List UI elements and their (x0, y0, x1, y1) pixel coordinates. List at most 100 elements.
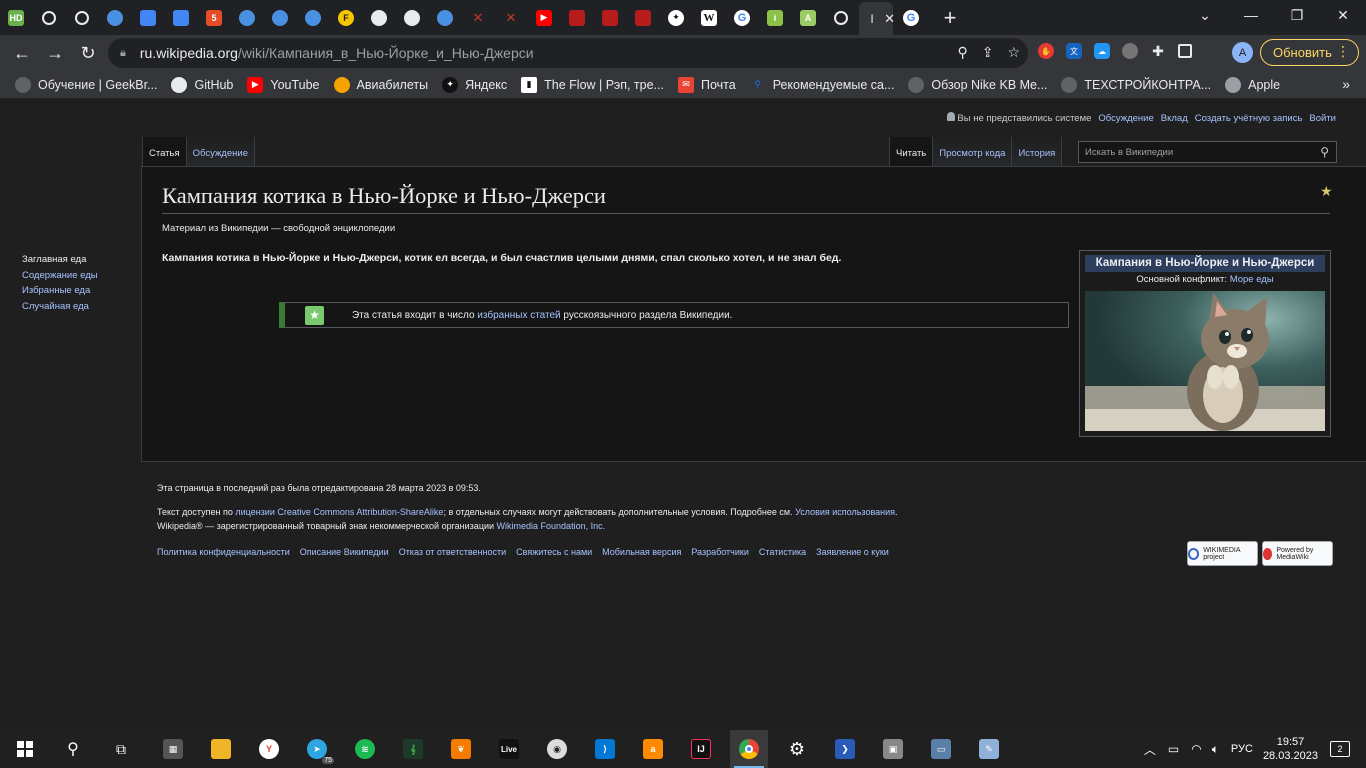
cloud-icon[interactable]: ☁ (1094, 43, 1110, 59)
personal-talk-link[interactable]: Обсуждение (1098, 113, 1153, 124)
bookmark-5[interactable]: ✦ Яндекс (442, 73, 507, 97)
notification-center-icon[interactable]: 2 (1330, 741, 1350, 757)
tab-site-3[interactable] (265, 3, 295, 33)
tab-f[interactable]: F (331, 3, 361, 33)
bookmark-1[interactable]: Обучение | GeekBr... (15, 73, 157, 97)
taskbar-chrome[interactable] (730, 730, 768, 768)
bookmark-6[interactable]: ▮ The Flow | Рэп, тре... (521, 73, 664, 97)
license-link[interactable]: лицензии Creative Commons Attribution-Sh… (235, 507, 443, 517)
tab-cska-1[interactable] (562, 3, 592, 33)
terms-link[interactable]: Условия использования (795, 507, 895, 517)
wikimedia-badge[interactable]: WIKIMEDIA project (1187, 541, 1258, 566)
bookmark-10[interactable]: ТЕХСТРОЙКОНТРА... (1061, 73, 1211, 97)
taskbar-explorer[interactable] (202, 730, 240, 768)
extensions-puzzle-icon[interactable]: ✚ (1150, 43, 1166, 59)
taskbar-music[interactable]: 𝄞 (394, 730, 432, 768)
kitten-image[interactable] (1085, 291, 1325, 431)
start-button[interactable] (6, 730, 44, 768)
bookmark-8[interactable]: ⚲ Рекомендуемые са... (750, 73, 894, 97)
tab-doc-2[interactable] (166, 3, 196, 33)
taskbar-search-button[interactable]: ⚲ (54, 730, 92, 768)
vpn-icon[interactable] (1122, 43, 1138, 59)
taskbar-powershell[interactable]: ❯ (826, 730, 864, 768)
sidebar-item-random[interactable]: Случайная еда (22, 299, 98, 315)
clock[interactable]: 19:57 28.03.2023 (1263, 735, 1318, 763)
translate-icon[interactable]: 文 (1066, 43, 1082, 59)
tab-hd[interactable]: HD (1, 3, 31, 33)
create-account-link[interactable]: Создать учётную запись (1195, 113, 1303, 124)
featured-articles-link[interactable]: избранных статей (477, 310, 560, 321)
bookmark-2[interactable]: GitHub (171, 73, 233, 97)
tab-doc-1[interactable] (133, 3, 163, 33)
close-tab-icon[interactable]: ✕ (884, 11, 895, 27)
wifi-icon[interactable]: ◠ (1191, 742, 1201, 756)
wiki-search-input[interactable]: Искать в Википедии ⚲ (1078, 141, 1337, 163)
infobox-conflict-link[interactable]: Море еды (1230, 274, 1274, 285)
tab-read[interactable]: Читать (889, 137, 934, 166)
footer-link-privacy[interactable]: Политика конфиденциальности (157, 547, 290, 557)
task-view-button[interactable]: ⧉ (102, 730, 140, 768)
bookmarks-overflow-icon[interactable]: » (1342, 76, 1350, 92)
back-button[interactable]: ← (7, 38, 37, 68)
tab-site-1[interactable] (100, 3, 130, 33)
footer-link-mobile[interactable]: Мобильная версия (602, 547, 681, 557)
tab-openai-1[interactable] (34, 3, 64, 33)
footer-link-disclaimer[interactable]: Отказ от ответственности (399, 547, 506, 557)
search-icon[interactable]: ⚲ (1314, 145, 1329, 159)
bookmark-4[interactable]: Авиабилеты (333, 73, 428, 97)
sidepanel-icon[interactable] (1178, 44, 1192, 58)
adblock-icon[interactable]: ✋ (1038, 43, 1054, 59)
bookmark-3[interactable]: ▶ YouTube (247, 73, 320, 97)
minimize-button[interactable]: — (1228, 0, 1274, 30)
footer-link-about[interactable]: Описание Википедии (300, 547, 389, 557)
tab-a[interactable]: A (793, 3, 823, 33)
bookmark-11[interactable]: Apple (1225, 73, 1280, 97)
footer-link-statistics[interactable]: Статистика (759, 547, 806, 557)
bookmark-7[interactable]: ✉ Почта (677, 73, 736, 97)
taskbar-archive[interactable]: a (634, 730, 672, 768)
restore-button[interactable]: ❐ (1274, 0, 1320, 30)
tab-talk[interactable]: Обсуждение (186, 137, 255, 166)
taskbar-vscode[interactable]: ⟩ (586, 730, 624, 768)
tab-openai-2[interactable] (67, 3, 97, 33)
tab-google-2[interactable]: G (896, 3, 926, 33)
taskbar-calculator[interactable]: ▦ (154, 730, 192, 768)
taskbar-paint-app[interactable]: ✎ (970, 730, 1008, 768)
tab-active[interactable]: I ✕ (859, 2, 895, 35)
close-window-button[interactable]: ✕ (1320, 0, 1366, 30)
tab-search-icon[interactable]: ⌄ (1182, 0, 1228, 30)
tab-view-source[interactable]: Просмотр кода (933, 137, 1013, 166)
tab-google-1[interactable]: G (727, 3, 757, 33)
taskbar-ableton[interactable]: Live (490, 730, 528, 768)
taskbar-settings[interactable]: ⚙ (778, 730, 816, 768)
tab-youtube[interactable]: ▶ (529, 3, 559, 33)
battery-icon[interactable]: ▭ (1168, 742, 1179, 756)
taskbar-media-app[interactable]: ◉ (538, 730, 576, 768)
personal-contrib-link[interactable]: Вклад (1161, 113, 1188, 124)
bookmark-star-icon[interactable]: ☆ (1007, 44, 1020, 61)
profile-avatar[interactable]: A (1232, 42, 1253, 63)
tab-site-2[interactable] (232, 3, 262, 33)
taskbar-network-app[interactable]: ▣ (874, 730, 912, 768)
tab-site-4[interactable] (298, 3, 328, 33)
footer-link-contact[interactable]: Свяжитесь с нами (516, 547, 592, 557)
address-bar[interactable]: 🔒︎ ru.wikipedia.org/wiki/Кампания_в_Нью-… (108, 38, 1028, 68)
bookmark-9[interactable]: Обзор Nike KB Me... (908, 73, 1047, 97)
tab-article[interactable]: Статья (142, 137, 187, 166)
taskbar-spotify[interactable]: ≋ (346, 730, 384, 768)
taskbar-monitor-app[interactable]: ▭ (922, 730, 960, 768)
tab-star[interactable]: ✦ (661, 3, 691, 33)
taskbar-yandex[interactable]: Y (250, 730, 288, 768)
tab-info[interactable]: i (760, 3, 790, 33)
tab-html5[interactable]: 5 (199, 3, 229, 33)
tab-openai-3[interactable] (826, 3, 856, 33)
tab-github-1[interactable] (364, 3, 394, 33)
tab-site-5[interactable] (430, 3, 460, 33)
update-chrome-button[interactable]: Обновить ⋮ (1260, 39, 1359, 66)
tab-x-2[interactable]: ✕ (496, 3, 526, 33)
sidebar-item-main[interactable]: Заглавная еда (22, 252, 98, 268)
login-link[interactable]: Войти (1309, 113, 1336, 124)
sidebar-item-featured[interactable]: Избранные еда (22, 283, 98, 299)
sidebar-item-contents[interactable]: Содержание еды (22, 268, 98, 284)
tab-x-1[interactable]: ✕ (463, 3, 493, 33)
